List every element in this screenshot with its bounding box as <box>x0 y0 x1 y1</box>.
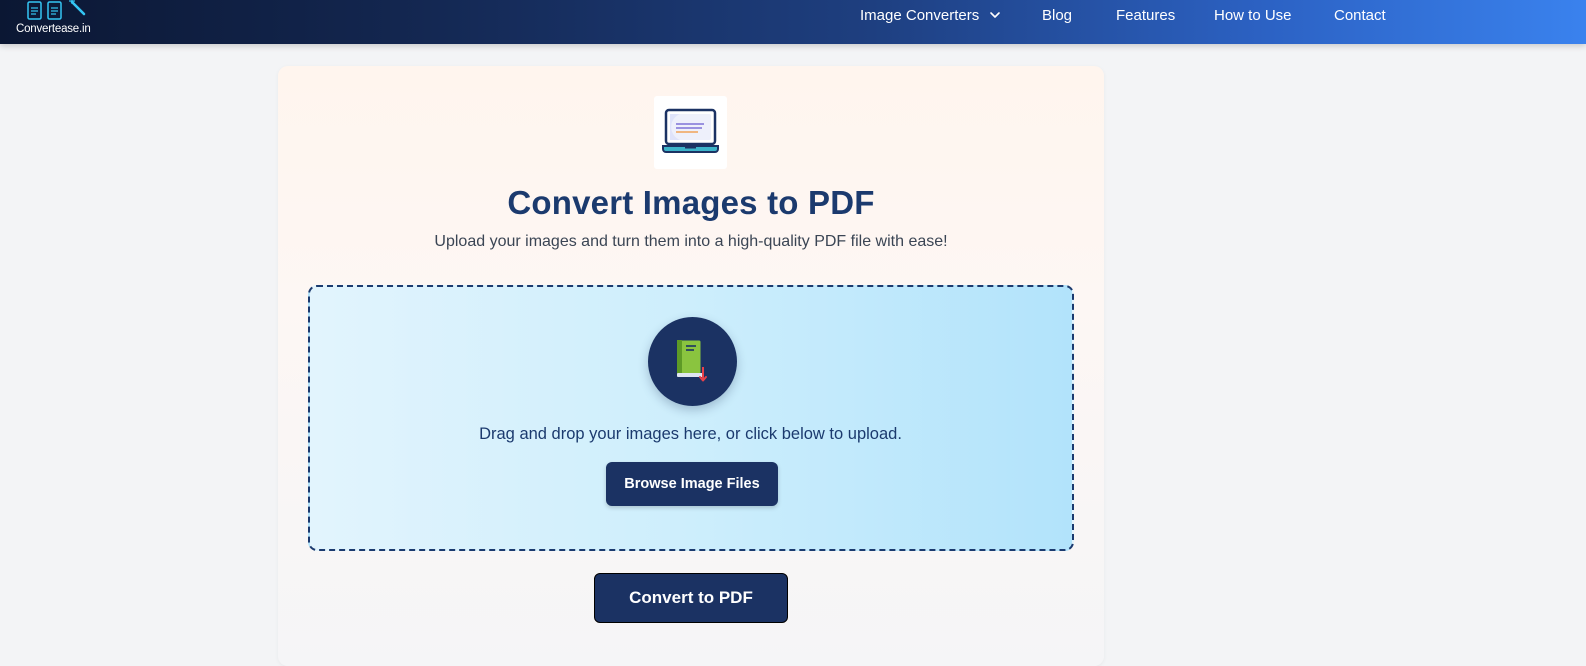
hero-icon-box <box>654 96 727 169</box>
book-download-icon <box>676 339 707 382</box>
upload-dropzone[interactable]: Drag and drop your images here, or click… <box>308 285 1074 551</box>
nav-features[interactable]: Features <box>1116 7 1175 25</box>
converter-card: Convert Images to PDF Upload your images… <box>278 66 1104 666</box>
dropzone-instructions: Drag and drop your images here, or click… <box>479 425 902 443</box>
page-subtitle: Upload your images and turn them into a … <box>434 233 948 250</box>
browse-image-files-button[interactable]: Browse Image Files <box>606 462 778 506</box>
page-title: Convert Images to PDF <box>507 184 875 221</box>
nav-image-converters[interactable]: Image Converters <box>860 7 1001 25</box>
dropzone-icon-circle <box>648 317 737 406</box>
brand[interactable]: Convertease.in <box>16 0 106 44</box>
laptop-icon <box>662 108 719 153</box>
document-convert-logo <box>27 0 86 20</box>
top-navbar: Convertease.in Image Converters Blog Fea… <box>0 0 1586 44</box>
nav-blog[interactable]: Blog <box>1042 7 1072 25</box>
chevron-down-icon <box>990 12 1001 18</box>
nav-contact[interactable]: Contact <box>1334 7 1386 25</box>
nav-image-converters-label: Image Converters <box>860 7 980 24</box>
brand-name: Convertease.in <box>16 23 91 35</box>
nav-how-to-use[interactable]: How to Use <box>1214 7 1292 25</box>
convert-to-pdf-button[interactable]: Convert to PDF <box>594 573 788 623</box>
